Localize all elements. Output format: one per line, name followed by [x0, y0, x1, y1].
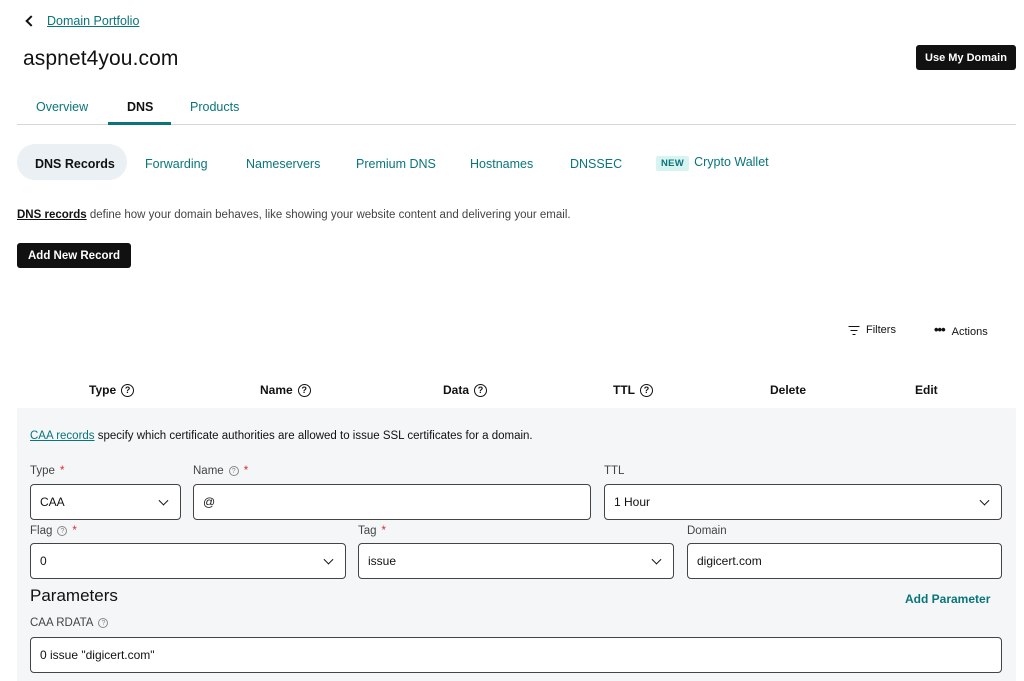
- main-tabs: Overview DNS Products: [17, 92, 1016, 125]
- parameters-heading: Parameters: [30, 586, 118, 605]
- breadcrumb: Domain Portfolio: [24, 14, 139, 28]
- subtab-crypto-wallet-label: Crypto Wallet: [694, 155, 769, 169]
- flag-select[interactable]: 0: [30, 543, 346, 579]
- tab-dns[interactable]: DNS: [127, 100, 153, 114]
- chevron-down-icon: [979, 495, 990, 506]
- subtab-forwarding[interactable]: Forwarding: [145, 157, 208, 171]
- help-icon[interactable]: ?: [640, 383, 653, 397]
- domain-input[interactable]: digicert.com: [687, 543, 1002, 579]
- breadcrumb-link-domain-portfolio[interactable]: Domain Portfolio: [47, 14, 139, 28]
- tag-select[interactable]: issue: [358, 543, 674, 579]
- caa-description-text: specify which certificate authorities ar…: [94, 430, 533, 442]
- column-header-edit: Edit: [915, 383, 938, 397]
- type-label: Type *: [30, 465, 65, 477]
- filter-icon: [848, 325, 859, 335]
- active-tab-indicator: [108, 122, 171, 125]
- domain-label: Domain: [687, 525, 727, 537]
- actions-button[interactable]: ••• Actions: [934, 322, 988, 338]
- column-header-delete: Delete: [770, 383, 807, 397]
- name-input[interactable]: @: [193, 484, 591, 520]
- subtab-dnssec[interactable]: DNSSEC: [570, 157, 622, 171]
- help-icon[interactable]: ?: [297, 383, 311, 397]
- required-mark: *: [243, 465, 249, 477]
- type-select[interactable]: CAA: [30, 484, 181, 520]
- caa-rdata-field[interactable]: 0 issue "digicert.com": [30, 637, 1002, 673]
- subtab-dns-records[interactable]: DNS Records: [35, 157, 115, 171]
- dns-records-link[interactable]: DNS records: [17, 209, 87, 221]
- column-header-data: Data ?: [443, 383, 488, 397]
- dns-records-description-text: define how your domain behaves, like sho…: [86, 209, 571, 221]
- chevron-left-icon[interactable]: [25, 15, 37, 27]
- subtab-premium-dns[interactable]: Premium DNS: [356, 157, 436, 171]
- ttl-select[interactable]: 1 Hour: [604, 484, 1002, 520]
- column-header-name: Name ?: [260, 383, 311, 397]
- add-parameter-link[interactable]: Add Parameter: [905, 592, 990, 606]
- help-icon[interactable]: ?: [228, 466, 239, 476]
- caa-records-link[interactable]: CAA records: [30, 430, 95, 442]
- new-badge: NEW: [656, 156, 690, 171]
- name-label: Name? *: [193, 465, 249, 477]
- filters-label: Filters: [866, 324, 896, 336]
- ttl-label: TTL: [604, 465, 625, 477]
- subtab-nameservers[interactable]: Nameservers: [246, 157, 320, 171]
- help-icon[interactable]: ?: [57, 526, 68, 536]
- required-mark: *: [72, 525, 77, 537]
- subtab-crypto-wallet[interactable]: NEW Crypto Wallet: [656, 155, 769, 171]
- actions-label: Actions: [951, 325, 988, 338]
- chevron-down-icon: [323, 554, 334, 565]
- subtab-hostnames[interactable]: Hostnames: [470, 157, 533, 171]
- required-mark: *: [381, 525, 387, 537]
- chevron-down-icon: [651, 554, 662, 565]
- tab-products[interactable]: Products: [190, 100, 239, 114]
- tab-overview[interactable]: Overview: [36, 100, 88, 114]
- required-mark: *: [59, 465, 65, 477]
- caa-description: CAA records specify which certificate au…: [30, 430, 533, 442]
- filters-button[interactable]: Filters: [848, 324, 896, 336]
- use-my-domain-button[interactable]: Use My Domain: [916, 45, 1016, 70]
- caa-rdata-label: CAA RDATA?: [30, 617, 109, 629]
- help-icon[interactable]: ?: [121, 383, 135, 397]
- add-new-record-button[interactable]: Add New Record: [17, 243, 131, 268]
- dns-records-description: DNS records define how your domain behav…: [17, 209, 571, 221]
- flag-label: Flag? *: [30, 525, 77, 537]
- chevron-down-icon: [158, 495, 169, 506]
- column-header-ttl: TTL ?: [613, 383, 653, 397]
- help-icon[interactable]: ?: [474, 383, 488, 397]
- tag-label: Tag *: [358, 525, 387, 537]
- help-icon[interactable]: ?: [98, 618, 109, 628]
- more-dots-icon: •••: [934, 322, 946, 337]
- page-title: aspnet4you.com: [23, 47, 179, 70]
- column-header-type: Type ?: [89, 383, 135, 397]
